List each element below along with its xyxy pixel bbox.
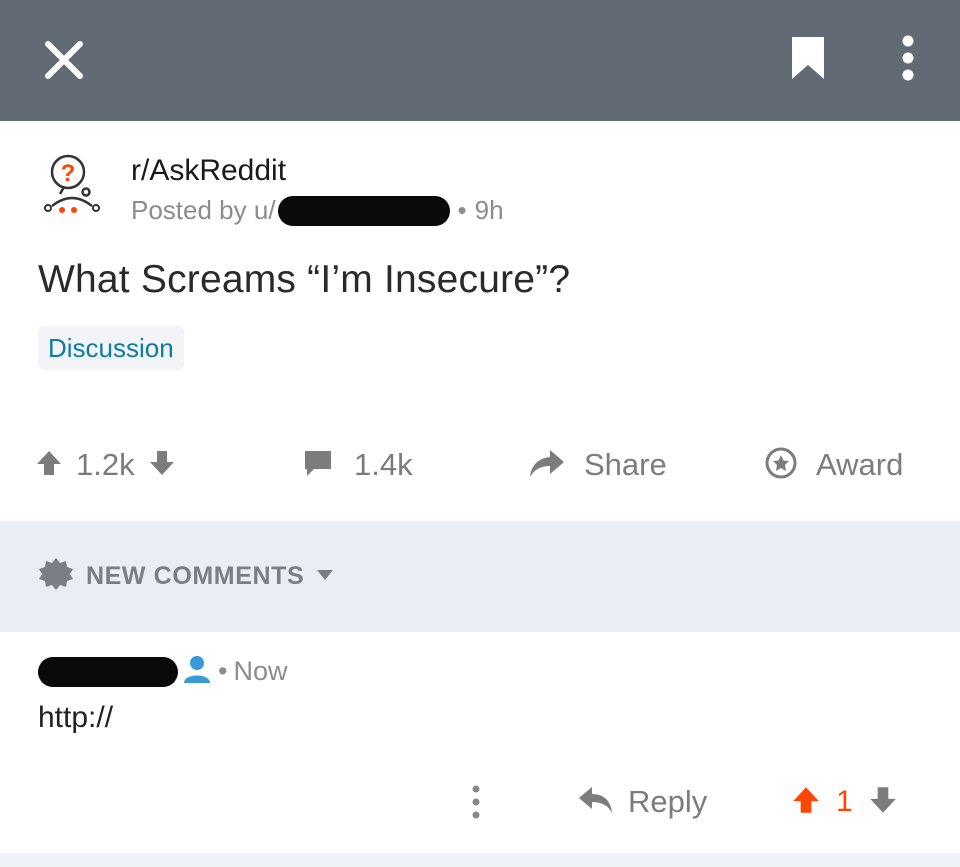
comments-button[interactable]: 1.4k	[302, 443, 413, 487]
user-icon	[182, 654, 212, 689]
share-arrow-icon	[528, 447, 566, 484]
chevron-down-icon	[316, 568, 334, 586]
award-star-icon	[764, 446, 798, 485]
close-icon[interactable]	[38, 34, 90, 86]
comment-meta: • Now	[38, 654, 287, 689]
svg-text:?: ?	[61, 160, 76, 187]
reply-arrow-icon	[578, 785, 614, 820]
reply-label: Reply	[628, 784, 708, 819]
comment-bubble-icon	[302, 448, 334, 483]
downvote-arrow-icon[interactable]	[867, 784, 899, 821]
subreddit-avatar-icon[interactable]: ?	[38, 150, 106, 220]
post-flair[interactable]: Discussion	[38, 326, 184, 370]
post-score: 1.2k	[76, 447, 135, 482]
posted-by-label: Posted by u/	[131, 195, 276, 225]
downvote-arrow-icon[interactable]	[147, 448, 177, 483]
award-button[interactable]: Award	[764, 443, 903, 487]
separator-dot: •	[218, 656, 228, 686]
subreddit-name[interactable]: r/AskReddit	[131, 154, 286, 188]
share-button[interactable]: Share	[528, 443, 667, 487]
upvote-arrow-icon[interactable]	[790, 784, 822, 821]
sort-dropdown[interactable]: NEW COMMENTS	[38, 556, 334, 597]
more-vertical-icon[interactable]	[884, 32, 932, 84]
redacted-username	[277, 195, 450, 226]
comment-count: 1.4k	[354, 447, 413, 482]
comment-body[interactable]: http://	[38, 701, 113, 735]
comment-vote-controls: 1	[790, 780, 899, 824]
upvote-arrow-icon[interactable]	[34, 448, 64, 483]
sort-badge-icon	[38, 556, 74, 597]
share-label: Share	[584, 447, 667, 482]
bookmark-icon[interactable]	[782, 30, 834, 86]
comment-time: Now	[233, 656, 288, 686]
post-meta: Posted by u/ • 9h	[131, 195, 504, 226]
award-label: Award	[816, 447, 904, 482]
reply-button[interactable]: Reply	[578, 780, 707, 824]
post-title[interactable]: What Screams “I’m Insecure”?	[38, 258, 570, 302]
post-age: 9h	[474, 195, 504, 225]
redacted-commenter	[38, 656, 178, 687]
comment-more-icon[interactable]	[470, 780, 482, 824]
bottom-divider	[0, 853, 960, 867]
sort-label: NEW COMMENTS	[86, 562, 305, 590]
comment-score: 1	[836, 785, 853, 818]
separator-dot: •	[457, 195, 467, 225]
vote-controls: 1.2k	[34, 443, 177, 487]
